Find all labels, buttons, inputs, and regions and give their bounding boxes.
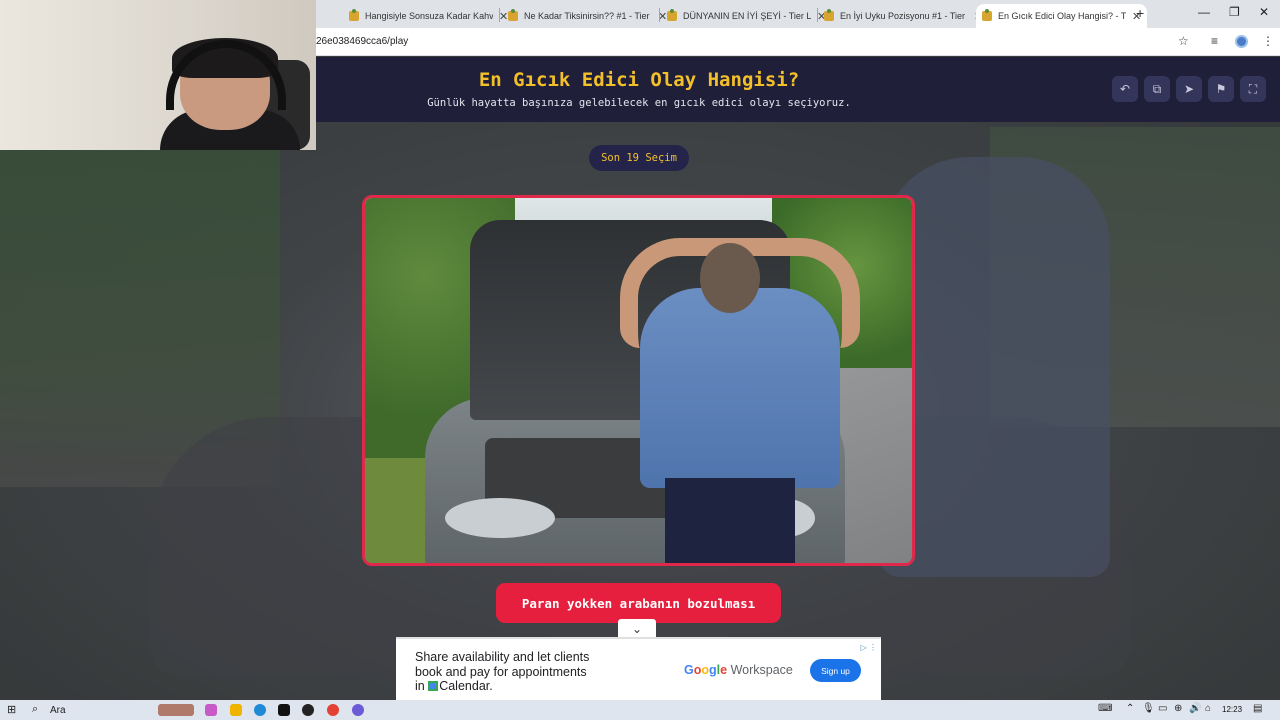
google-wordmark: Google [684, 663, 728, 677]
tab-title: Ne Kadar Tiksinirsin?? #1 - Tier [524, 11, 650, 21]
edge-icon[interactable] [254, 704, 266, 716]
tab-title: En İyi Uyku Pozisyonu #1 - Tier [840, 11, 966, 21]
tiktok-icon[interactable] [278, 704, 290, 716]
volume-icon[interactable]: 🔊 [1189, 703, 1201, 714]
url-field[interactable]: 26e038469cca6/play [316, 36, 408, 47]
taskbar-search-label[interactable]: Ara [50, 705, 66, 716]
share-icon: ⧉ [1152, 81, 1162, 96]
tray-chevron-icon[interactable]: ⌃ [1126, 703, 1134, 714]
chrome-icon[interactable] [327, 704, 339, 716]
game-page: En Gıcık Edici Olay Hangisi? Günlük haya… [0, 57, 1280, 700]
close-window-icon[interactable]: ✕ [1259, 5, 1269, 19]
send-icon: ➤ [1183, 82, 1195, 96]
tab-separator [659, 8, 660, 22]
webcam-overlay [0, 0, 316, 150]
fullscreen-button[interactable]: ⛶ [1240, 76, 1266, 102]
report-button[interactable]: ⚑ [1208, 76, 1234, 102]
app-icon[interactable] [302, 704, 314, 716]
flag-icon: ⚑ [1215, 82, 1227, 96]
taskbar-search-icon[interactable]: ⌕ [32, 703, 38, 716]
choice-image-card[interactable] [362, 195, 915, 566]
tab-hangisiyle[interactable]: Hangisiyle Sonsuza Kadar Kahv ✕ [343, 4, 514, 28]
tab-separator [499, 8, 500, 22]
tab-title: Hangisiyle Sonsuza Kadar Kahv [365, 11, 493, 21]
language-icon[interactable]: ⌂ [1205, 703, 1211, 714]
ad-brand: Workspace [730, 663, 793, 677]
media-controls-icon[interactable]: ≡ [1211, 34, 1218, 48]
fullscreen-icon: ⛶ [1248, 81, 1258, 96]
chevron-down-icon[interactable]: ⌄ [618, 619, 656, 639]
site-favicon-icon [508, 9, 518, 21]
tab-tiksinirsin[interactable]: Ne Kadar Tiksinirsin?? #1 - Tier ✕ [502, 4, 673, 28]
google-workspace-logo: Google Workspace [684, 663, 793, 677]
app-icon[interactable] [205, 704, 217, 716]
calendar-icon [428, 681, 439, 691]
tab-uyku[interactable]: En İyi Uyku Pozisyonu #1 - Tier ✕ [818, 4, 989, 28]
ad-line-2: book and pay for appointments [415, 664, 587, 679]
tab-gicik-active[interactable]: En Gıcık Edici Olay Hangisi? - T ✕ [976, 4, 1148, 28]
ad-info-icon[interactable]: ▷ ⋮ [861, 643, 877, 652]
restore-icon[interactable]: ❐ [1229, 5, 1240, 19]
app-icon[interactable] [352, 704, 364, 716]
undo-button[interactable]: ↶ [1112, 76, 1138, 102]
ad-text: Share availability and let clients book … [415, 650, 615, 694]
ad-signup-button[interactable]: Sign up [810, 659, 861, 682]
new-tab-button[interactable]: + [1136, 5, 1144, 21]
send-button[interactable]: ➤ [1176, 76, 1202, 102]
share-button[interactable]: ⧉ [1144, 76, 1170, 102]
tab-dunyanin[interactable]: DÜNYANIN EN İYİ ŞEYİ - Tier Li ✕ [661, 4, 832, 28]
windows-start-icon[interactable]: ⊞ [7, 703, 16, 716]
minimize-icon[interactable]: — [1198, 5, 1210, 19]
notifications-icon[interactable]: ▤ [1253, 703, 1262, 714]
browser-menu-icon[interactable]: ⋮ [1262, 34, 1274, 48]
round-badge: Son 19 Seçim [589, 145, 689, 171]
tab-title: En Gıcık Edici Olay Hangisi? - T [998, 11, 1126, 21]
tab-title: DÜNYANIN EN İYİ ŞEYİ - Tier Li [683, 11, 811, 21]
ad-line-3-suffix: Calendar. [439, 679, 493, 693]
profile-avatar[interactable] [1235, 35, 1248, 48]
microphone-icon[interactable]: 🎙 [1142, 703, 1155, 714]
choice-button[interactable]: Paran yokken arabanın bozulması [496, 583, 781, 623]
os-taskbar: ⊞ ⌕ Ara ⌨ ⌃ 🎙 ▭ ⊕ 🔊 ⌂ 12:23 ▤ [0, 700, 1280, 720]
clock[interactable]: 12:23 [1222, 705, 1242, 714]
site-favicon-icon [824, 9, 834, 21]
site-favicon-icon [982, 9, 992, 21]
taskbar-widget-icon[interactable] [158, 704, 194, 716]
network-icon[interactable]: ⊕ [1174, 703, 1182, 714]
site-favicon-icon [349, 9, 359, 21]
ad-line-1: Share availability and let clients [415, 650, 590, 664]
file-explorer-icon[interactable] [230, 704, 242, 716]
undo-icon: ↶ [1119, 82, 1131, 96]
site-favicon-icon [667, 9, 677, 21]
keyboard-icon[interactable]: ⌨ [1098, 703, 1112, 714]
battery-icon[interactable]: ▭ [1158, 703, 1167, 714]
bookmark-star-icon[interactable]: ☆ [1178, 34, 1189, 48]
ad-line-3-prefix: in [415, 679, 429, 693]
ad-banner[interactable]: Share availability and let clients book … [396, 637, 881, 700]
